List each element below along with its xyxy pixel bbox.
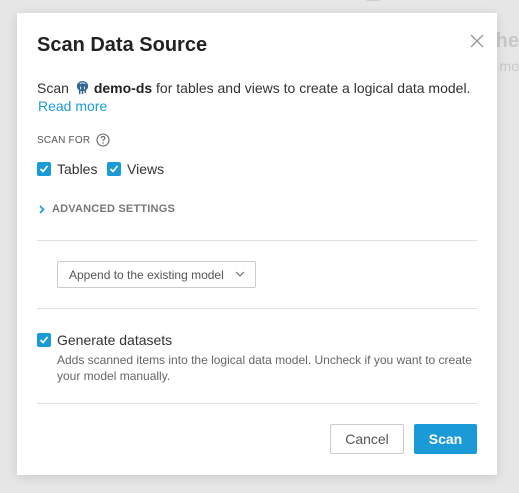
scan-button[interactable]: Scan (414, 424, 477, 454)
advanced-settings-label: ADVANCED SETTINGS (52, 203, 175, 215)
model-mode-select[interactable]: Append to the existing model (57, 261, 256, 288)
checkmark-icon (109, 165, 119, 173)
tables-checkbox[interactable] (37, 162, 51, 176)
tables-option[interactable]: Tables (37, 161, 97, 177)
checkmark-icon (39, 336, 49, 344)
background-shape (355, 0, 391, 1)
datasource-name: demo-ds (93, 80, 153, 96)
description-suffix: for tables and views to create a logical… (156, 80, 471, 96)
dialog-description: Scan demo-ds for tables and views to cre… (37, 79, 470, 98)
generate-datasets-label: Generate datasets (57, 332, 173, 348)
tables-label: Tables (57, 161, 98, 177)
chevron-down-icon (235, 271, 245, 277)
advanced-settings-toggle[interactable]: ADVANCED SETTINGS (39, 203, 175, 215)
cancel-button[interactable]: Cancel (330, 424, 404, 454)
views-option[interactable]: Views (107, 161, 164, 177)
scan-for-heading: SCAN FOR (37, 133, 110, 147)
model-mode-value: Append to the existing model (69, 267, 224, 282)
postgresql-elephant-icon (76, 80, 88, 95)
generate-datasets-checkbox[interactable] (37, 333, 51, 347)
divider (37, 403, 477, 404)
read-more-link[interactable]: Read more (38, 98, 107, 114)
generate-datasets-option[interactable]: Generate datasets (37, 332, 172, 348)
close-icon[interactable] (469, 33, 485, 49)
chevron-right-icon (39, 204, 45, 214)
generate-datasets-help: Adds scanned items into the logical data… (57, 353, 472, 383)
checkmark-icon (39, 165, 49, 173)
background-subtext: mo (499, 58, 519, 74)
description-prefix: Scan (37, 80, 69, 96)
question-circle-icon[interactable] (96, 133, 110, 147)
divider (37, 308, 477, 309)
divider (37, 240, 477, 241)
dialog-title: Scan Data Source (37, 34, 208, 56)
scan-data-source-dialog: Scan Data Source Scan demo-ds for tables… (17, 13, 497, 475)
scan-for-label: SCAN FOR (37, 134, 91, 146)
views-checkbox[interactable] (107, 162, 121, 176)
views-label: Views (127, 161, 165, 177)
